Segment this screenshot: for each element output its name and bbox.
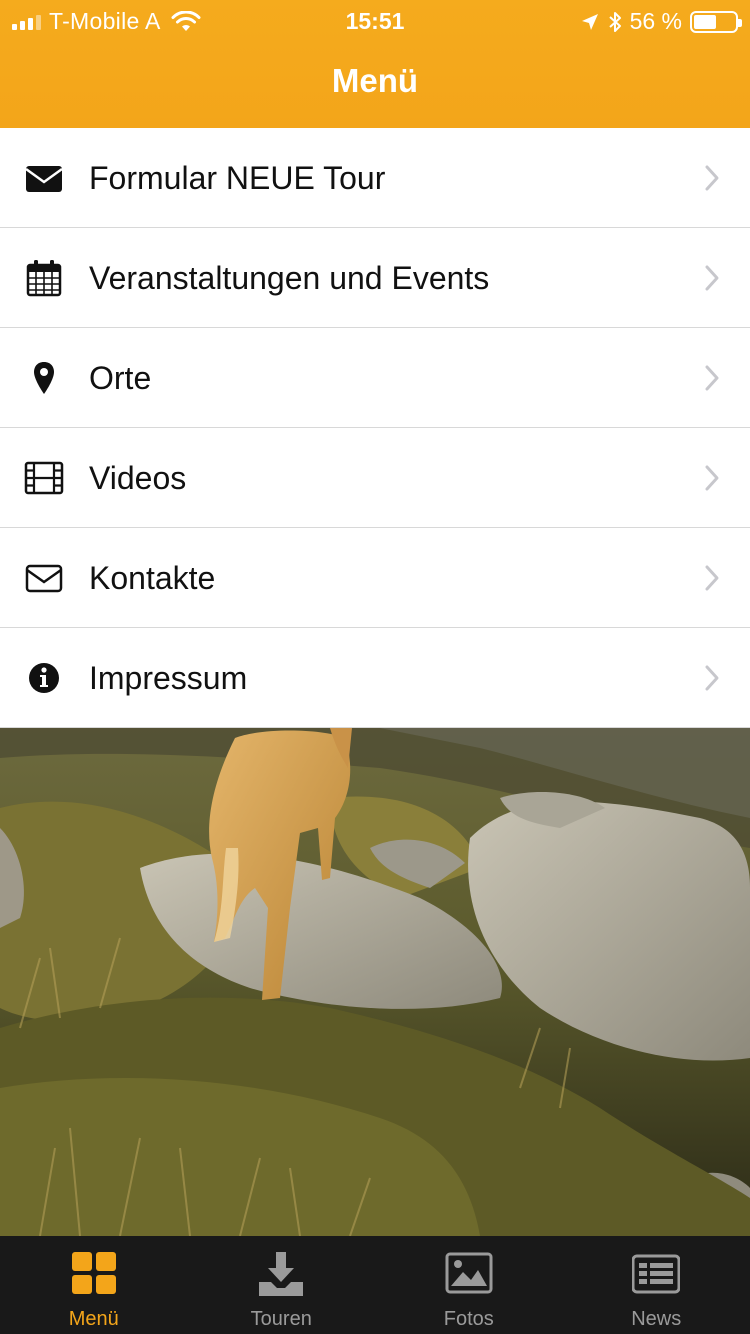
tab-label: Touren: [250, 1308, 312, 1330]
location-arrow-icon: [581, 13, 598, 30]
calendar-icon: [26, 260, 62, 297]
menu-item-veranstaltungen[interactable]: Veranstaltungen und Events: [0, 228, 750, 328]
envelope-outline-icon: [25, 564, 63, 593]
chevron-right-icon: [705, 165, 719, 191]
tab-label: Menü: [68, 1308, 119, 1330]
menu-item-label: Orte: [89, 360, 152, 396]
menu-item-label: Formular NEUE Tour: [89, 160, 386, 196]
tab-menu[interactable]: Menü: [0, 1236, 188, 1334]
battery-tip: [738, 18, 742, 27]
news-icon: [632, 1254, 681, 1294]
menu-item-label: Impressum: [89, 660, 248, 696]
chevron-right-icon: [705, 365, 719, 391]
tab-fotos[interactable]: Fotos: [375, 1236, 563, 1334]
menu-item-label: Videos: [89, 460, 187, 496]
tab-bar: Menü Touren Fotos News: [0, 1236, 750, 1334]
grid-icon: [71, 1252, 116, 1294]
app-header: T-Mobile A 15:51 56 % Menü: [0, 0, 750, 128]
menu-item-videos[interactable]: Videos: [0, 428, 750, 528]
page-title: Menü: [331, 62, 419, 99]
download-icon: [259, 1252, 304, 1296]
photo-icon: [445, 1252, 493, 1294]
menu-item-kontakte[interactable]: Kontakte: [0, 528, 750, 628]
status-right: 56 %: [580, 8, 742, 35]
info-circle-icon: [29, 663, 59, 693]
bluetooth-icon: [608, 11, 621, 32]
menu-item-orte[interactable]: Orte: [0, 328, 750, 428]
menu-item-label: Kontakte: [89, 560, 216, 596]
chevron-right-icon: [705, 265, 719, 291]
status-bar: T-Mobile A 15:51 56 %: [0, 0, 750, 42]
envelope-filled-icon: [25, 166, 63, 192]
battery-percent: 56 %: [629, 8, 682, 34]
battery-icon: [690, 10, 742, 33]
tab-touren[interactable]: Touren: [188, 1236, 376, 1334]
tab-news[interactable]: News: [563, 1236, 750, 1334]
tab-label: News: [631, 1308, 682, 1330]
chevron-right-icon: [705, 565, 719, 591]
chevron-right-icon: [705, 465, 719, 491]
dog-on-rocks-image: [0, 728, 750, 1236]
film-icon: [24, 461, 64, 495]
chevron-right-icon: [705, 665, 719, 691]
menu-item-impressum[interactable]: Impressum: [0, 628, 750, 728]
menu-list: Formular NEUE Tour Veranstaltungen und E…: [0, 128, 750, 728]
battery-fill: [694, 14, 717, 29]
tab-label: Fotos: [443, 1308, 494, 1330]
menu-item-formular-neue-tour[interactable]: Formular NEUE Tour: [0, 128, 750, 228]
map-marker-icon: [34, 362, 54, 394]
menu-item-label: Veranstaltungen und Events: [89, 260, 490, 296]
